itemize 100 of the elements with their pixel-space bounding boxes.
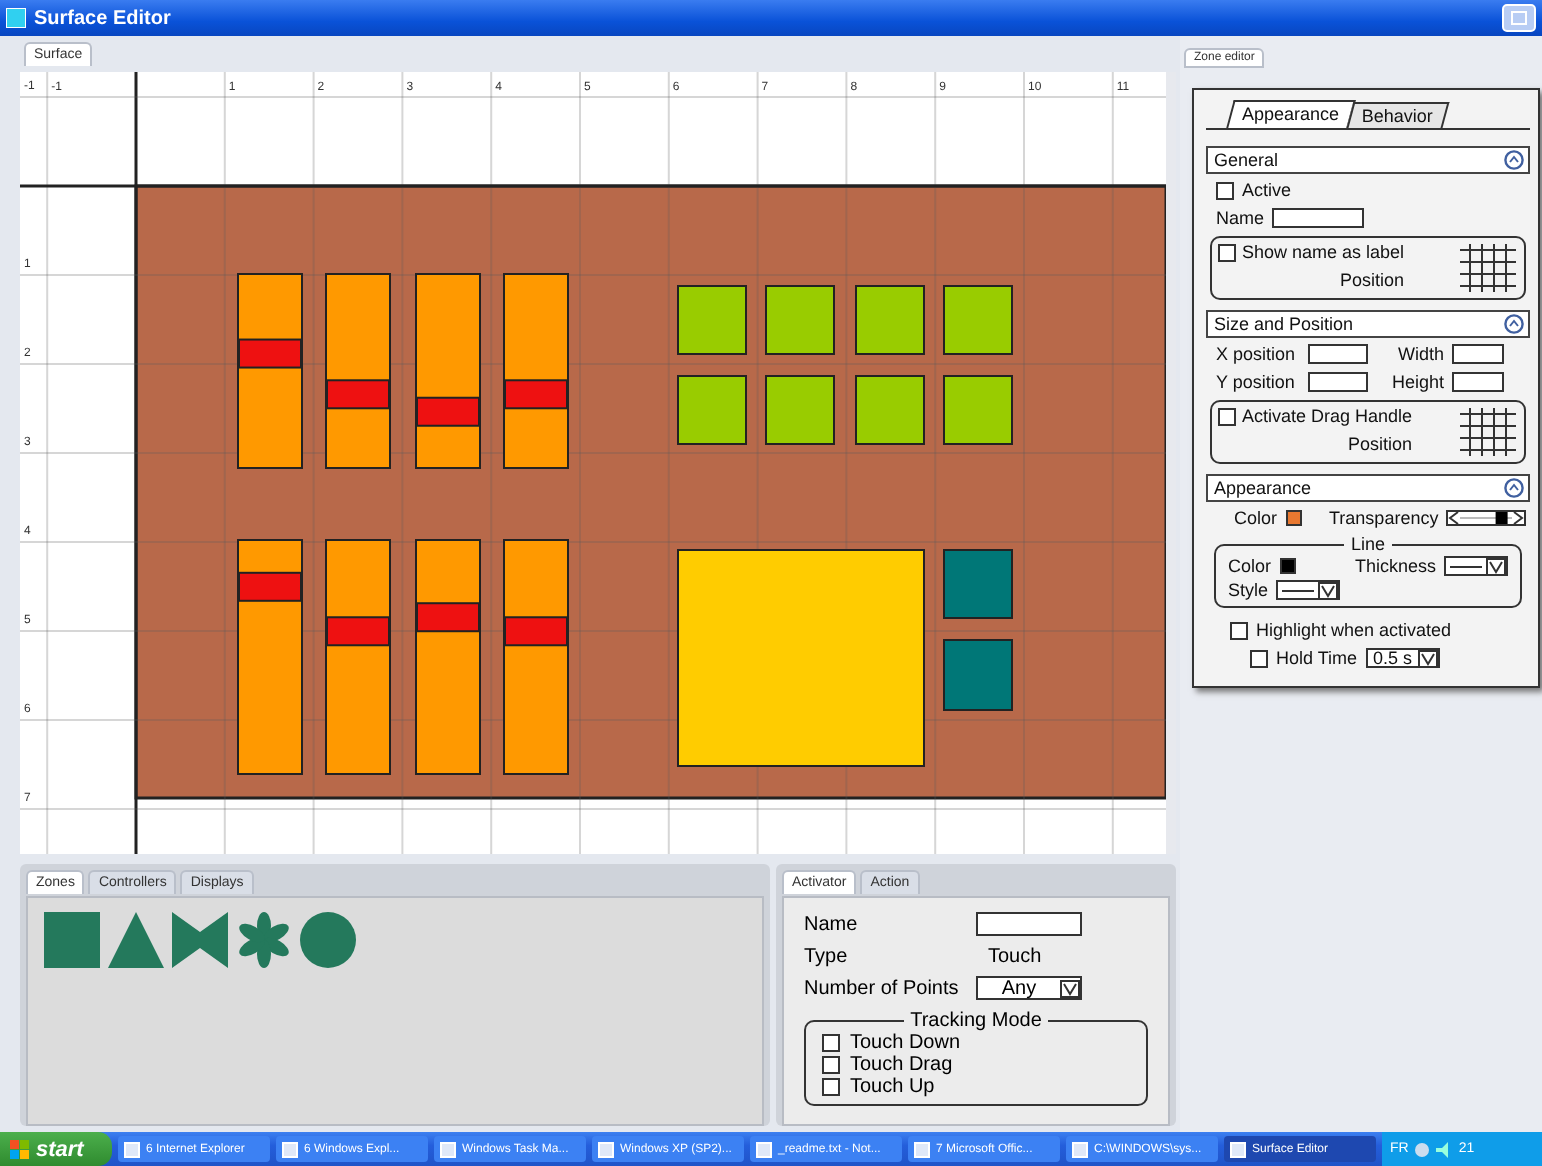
checkbox[interactable]: [1216, 181, 1234, 199]
field-label: Height: [1389, 372, 1444, 392]
circle-shape-icon[interactable]: [300, 912, 356, 968]
restore-button[interactable]: [1502, 4, 1536, 32]
checkbox[interactable]: [1218, 243, 1236, 261]
pad-zone[interactable]: [677, 549, 925, 767]
window-icon: [1230, 1141, 1246, 1157]
window-icon: [282, 1141, 298, 1157]
window-icon: [124, 1141, 140, 1157]
checkbox-label: Touch Drag: [850, 1054, 953, 1076]
dropdown-arrow-icon[interactable]: [1486, 557, 1506, 575]
button-zone[interactable]: [943, 285, 1013, 355]
field-label: Position: [1348, 434, 1413, 454]
dropdown-arrow-icon[interactable]: [1318, 581, 1339, 599]
checkbox-label: Active: [1242, 180, 1292, 200]
transparency-slider[interactable]: [1446, 510, 1527, 526]
dropdown-arrow-icon[interactable]: [1418, 649, 1439, 667]
triangle-shape-icon[interactable]: [108, 912, 164, 968]
slider-handle[interactable]: [326, 379, 390, 410]
slider-zone[interactable]: [325, 539, 391, 775]
field-label: Name: [1216, 208, 1265, 228]
button-zone[interactable]: [677, 375, 747, 445]
slider-zone[interactable]: [237, 273, 303, 469]
checkbox[interactable]: [1218, 407, 1236, 425]
editor-tab[interactable]: Appearance: [1226, 100, 1355, 128]
points-dropdown[interactable]: Any: [976, 976, 1082, 1000]
checkbox-label: Highlight when activated: [1256, 620, 1452, 640]
field-label: Color: [1228, 556, 1272, 576]
button-zone[interactable]: [765, 285, 835, 355]
window-icon: [1072, 1141, 1088, 1157]
field-label: Color: [1234, 508, 1278, 528]
checkbox[interactable]: [1230, 621, 1248, 639]
slider-handle[interactable]: [416, 602, 480, 633]
section-header[interactable]: Size and Position: [1206, 310, 1530, 338]
checkbox-label: Show name as label: [1242, 242, 1405, 262]
number-field[interactable]: [1308, 372, 1368, 392]
number-field[interactable]: [1452, 372, 1504, 392]
section-header[interactable]: General: [1206, 146, 1530, 174]
collapse-icon[interactable]: [1504, 150, 1524, 170]
field-label: Thickness: [1354, 556, 1436, 576]
slider-zone[interactable]: [415, 273, 481, 469]
slider-handle[interactable]: [504, 379, 568, 410]
checkbox[interactable]: [822, 1034, 840, 1052]
slider-handle[interactable]: [326, 616, 390, 647]
position-grid-icon[interactable]: [1458, 242, 1518, 294]
editor-tab[interactable]: Behavior: [1345, 102, 1448, 128]
group-title: Tracking Mode: [908, 1010, 1044, 1032]
position-grid-icon[interactable]: [1458, 406, 1518, 458]
slider-zone[interactable]: [325, 273, 391, 469]
color-swatch[interactable]: [1279, 558, 1296, 574]
hold-time-dropdown[interactable]: 0.5 s: [1365, 648, 1441, 668]
slider-zone[interactable]: [503, 539, 569, 775]
slider-handle[interactable]: [416, 396, 480, 427]
slider-handle[interactable]: [238, 338, 302, 369]
slider-zone[interactable]: [503, 273, 569, 469]
button-zone[interactable]: [855, 285, 925, 355]
field-label: Width: [1395, 344, 1444, 364]
checkbox-label: Hold Time: [1276, 648, 1358, 668]
field-label: Style: [1228, 580, 1269, 600]
name-field[interactable]: [1272, 208, 1365, 228]
checkbox[interactable]: [1250, 649, 1268, 667]
field-label: X position: [1216, 344, 1298, 364]
button-zone[interactable]: [943, 375, 1013, 445]
number-field[interactable]: [1308, 344, 1368, 364]
window-icon: [914, 1141, 930, 1157]
checkbox-label: Touch Up: [850, 1076, 935, 1098]
collapse-icon[interactable]: [1504, 314, 1524, 334]
checkbox-label: Touch Down: [850, 1032, 961, 1054]
field-label: Name: [804, 913, 860, 935]
slider-zone[interactable]: [415, 539, 481, 775]
app-icon: [6, 8, 26, 28]
asterisk-shape-icon[interactable]: [236, 912, 292, 968]
number-field[interactable]: [1452, 344, 1504, 364]
collapse-icon[interactable]: [1504, 478, 1524, 498]
button-zone[interactable]: [765, 375, 835, 445]
slider-handle[interactable]: [238, 571, 302, 602]
window-icon: [598, 1141, 614, 1157]
color-swatch[interactable]: [1285, 510, 1302, 526]
button-zone[interactable]: [855, 375, 925, 445]
field-label: Transparency: [1329, 508, 1439, 528]
slider-zone[interactable]: [237, 539, 303, 775]
name-field[interactable]: [976, 912, 1082, 936]
slider-handle[interactable]: [504, 616, 568, 647]
field-label: Type: [804, 945, 850, 967]
checkbox[interactable]: [822, 1078, 840, 1096]
dropdown-arrow-icon[interactable]: [1060, 979, 1080, 997]
window-icon: [756, 1141, 772, 1157]
button-zone[interactable]: [677, 285, 747, 355]
section-header[interactable]: Appearance: [1206, 474, 1530, 502]
type-value: Touch: [988, 945, 1042, 967]
field-label: Number of Points: [804, 977, 961, 999]
style-dropdown[interactable]: [1276, 580, 1341, 600]
thickness-dropdown[interactable]: [1444, 556, 1508, 576]
checkbox-label: Activate Drag Handle: [1242, 406, 1413, 426]
bowtie-shape-icon[interactable]: [172, 912, 228, 968]
windows-flag-icon: [10, 1139, 30, 1159]
checkbox[interactable]: [822, 1056, 840, 1074]
group-title: Line: [1348, 534, 1387, 554]
field-label: Y position: [1216, 372, 1297, 392]
window-title: Surface Editor: [34, 7, 171, 29]
